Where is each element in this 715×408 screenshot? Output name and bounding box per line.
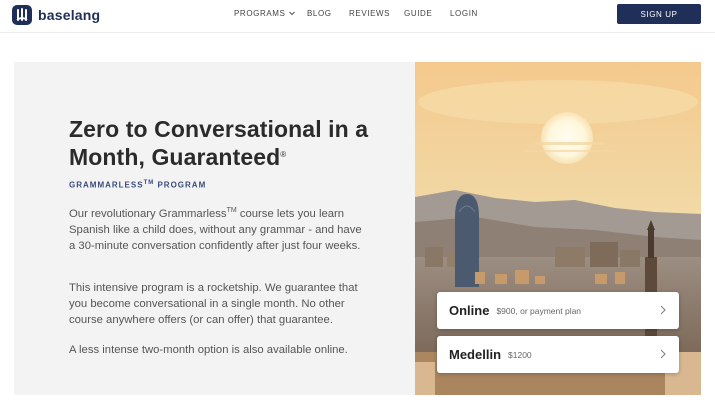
nav-reviews[interactable]: REVIEWS [349, 9, 404, 18]
chevron-right-icon [660, 305, 666, 315]
intro-paragraph: Our revolutionary GrammarlessTM course l… [69, 203, 364, 254]
nav-blog[interactable]: BLOG [307, 9, 349, 18]
intro-paragraph-a: Our revolutionary Grammarless [69, 207, 227, 220]
subtitle-tm: TM [143, 180, 155, 186]
top-nav: baselang PROGRAMS BLOG REVIEWS GUIDE LOG… [0, 0, 715, 33]
option-online-price: $900, or payment plan [496, 305, 582, 316]
nav-programs[interactable]: PROGRAMS [234, 9, 307, 18]
option-online-name: Online [449, 303, 490, 318]
logo-text: baselang [38, 7, 101, 23]
nav-guide[interactable]: GUIDE [404, 9, 450, 18]
option-medellin-card[interactable]: Medellin $1200 [437, 336, 679, 373]
subtitle-text: GRAMMARLESS [69, 180, 144, 190]
signup-button[interactable]: SIGN UP [617, 4, 701, 24]
nav-links: PROGRAMS BLOG REVIEWS GUIDE LOGIN [234, 9, 478, 18]
alternative-paragraph: A less intense two-month option is also … [69, 344, 348, 356]
baselang-logo-icon [12, 5, 32, 25]
option-medellin-price: $1200 [508, 349, 532, 360]
page-title-text: Zero to Conversational in a Month, Guara… [69, 116, 369, 170]
option-medellin-name: Medellin [449, 347, 502, 362]
guarantee-paragraph: This intensive program is a rocketship. … [69, 282, 358, 326]
logo[interactable]: baselang [12, 5, 100, 25]
nav-programs-label: PROGRAMS [234, 9, 286, 18]
chevron-down-icon [289, 11, 296, 16]
registered-mark: ® [280, 150, 287, 159]
chevron-right-icon [660, 349, 666, 359]
hero-panel: Zero to Conversational in a Month, Guara… [14, 62, 415, 395]
program-subtitle: GRAMMARLESSTM PROGRAM [69, 180, 206, 190]
intro-tm: TM [226, 207, 237, 214]
option-online-card[interactable]: Online $900, or payment plan [437, 292, 679, 329]
subtitle-suffix: PROGRAM [154, 180, 207, 190]
page-title: Zero to Conversational in a Month, Guara… [69, 115, 379, 171]
nav-login[interactable]: LOGIN [450, 9, 478, 18]
